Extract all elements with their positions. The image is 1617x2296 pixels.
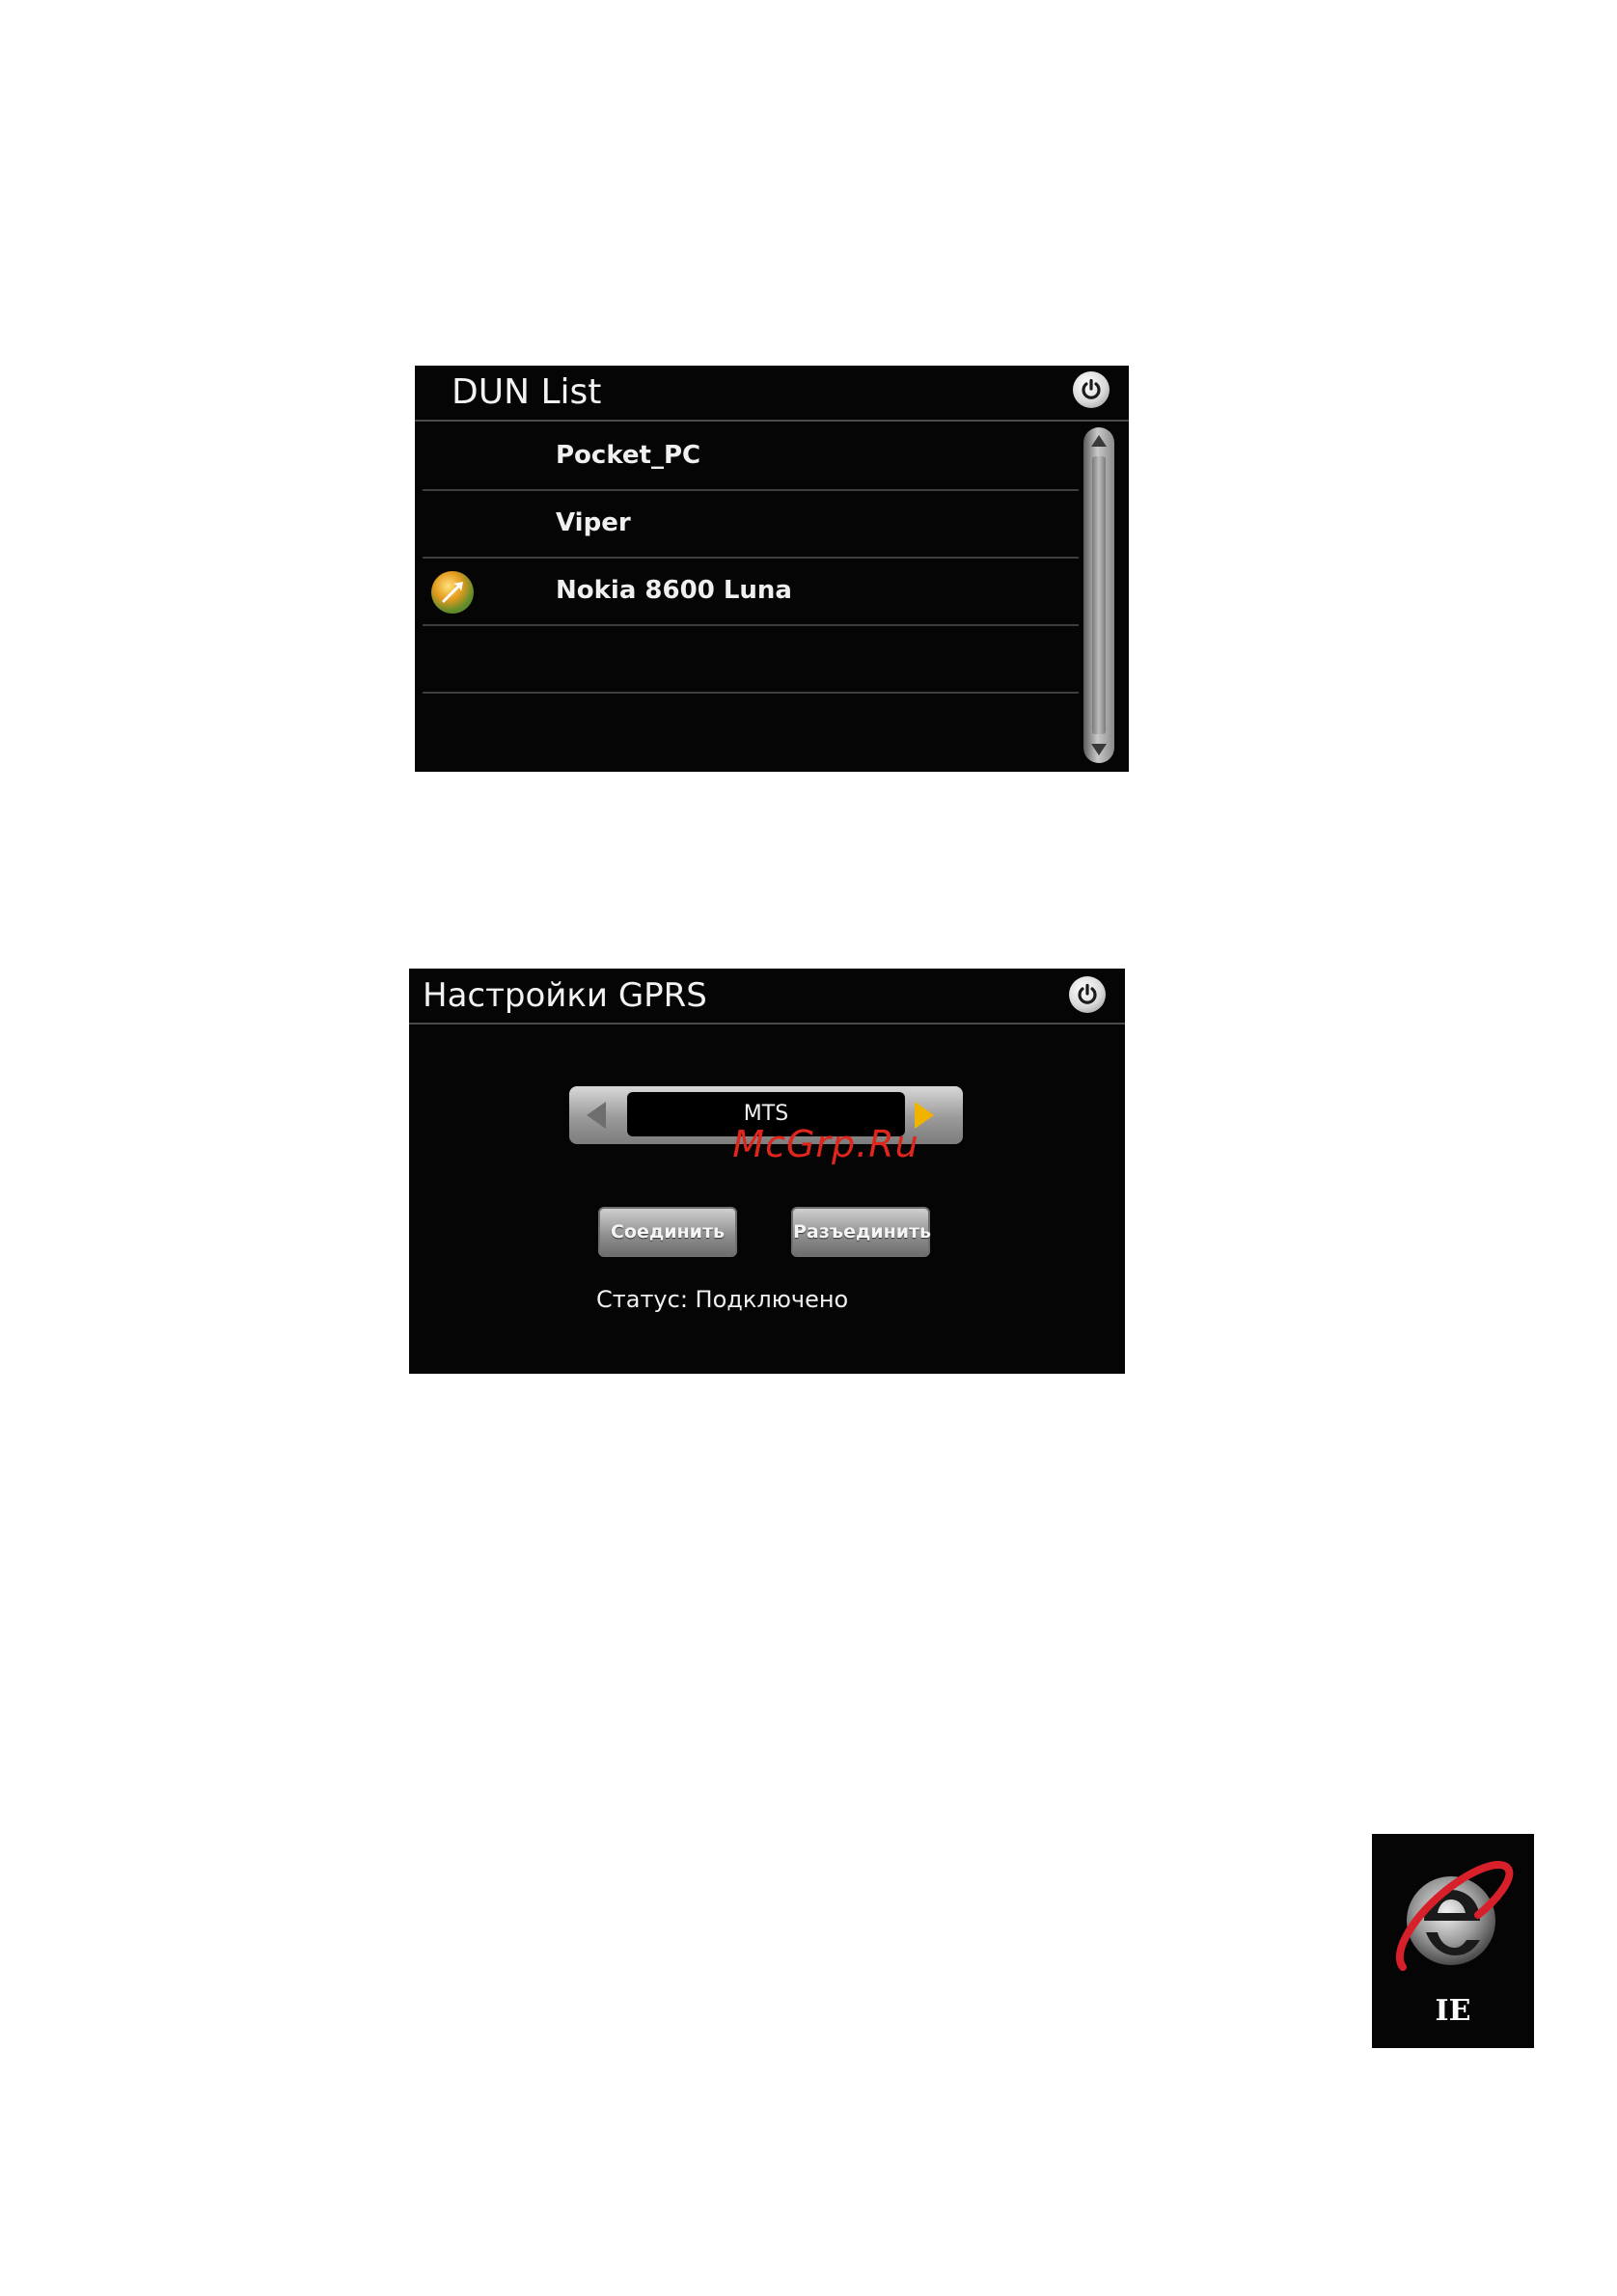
- list-item[interactable]: Nokia 8600 Luna: [423, 559, 1079, 626]
- previous-arrow-icon[interactable]: [587, 1102, 606, 1129]
- connect-button[interactable]: Соединить: [598, 1207, 737, 1257]
- list-item[interactable]: [423, 626, 1079, 694]
- title-bar: DUN List: [415, 366, 1129, 422]
- watermark: McGrp.Ru: [732, 1123, 919, 1165]
- list-item[interactable]: Pocket_PC: [423, 424, 1079, 491]
- ie-label: IE: [1435, 1994, 1471, 2028]
- scroll-down-icon[interactable]: [1091, 744, 1107, 755]
- dun-list-screen: DUN List Pocket_PC Viper Nokia 8600 Luna: [415, 366, 1129, 772]
- power-icon: [1078, 983, 1097, 1004]
- disconnect-button[interactable]: Разъединить: [791, 1207, 931, 1257]
- status-text: Статус: Подключено: [596, 1286, 849, 1313]
- screen-title: DUN List: [452, 372, 602, 412]
- scrollbar-track[interactable]: [1092, 456, 1106, 734]
- list-item-label: Pocket_PC: [556, 441, 701, 470]
- list-item-label: Nokia 8600 Luna: [556, 576, 792, 605]
- list-item-label: Viper: [556, 508, 631, 537]
- list-item[interactable]: Viper: [423, 491, 1079, 559]
- power-button[interactable]: [1069, 976, 1106, 1013]
- screen-title: Настройки GPRS: [423, 976, 707, 1015]
- power-button[interactable]: [1073, 371, 1110, 408]
- dun-list: Pocket_PC Viper Nokia 8600 Luna: [423, 424, 1079, 694]
- scroll-up-icon[interactable]: [1091, 435, 1107, 447]
- title-bar: Настройки GPRS: [409, 969, 1125, 1025]
- power-icon: [1082, 378, 1101, 399]
- scrollbar[interactable]: [1083, 427, 1114, 763]
- connected-icon: [431, 571, 474, 614]
- gprs-settings-screen: Настройки GPRS MTS McGrp.Ru Соединить Ра…: [409, 969, 1125, 1374]
- internet-explorer-icon: [1395, 1861, 1514, 1971]
- ie-app-tile[interactable]: IE: [1372, 1834, 1534, 2048]
